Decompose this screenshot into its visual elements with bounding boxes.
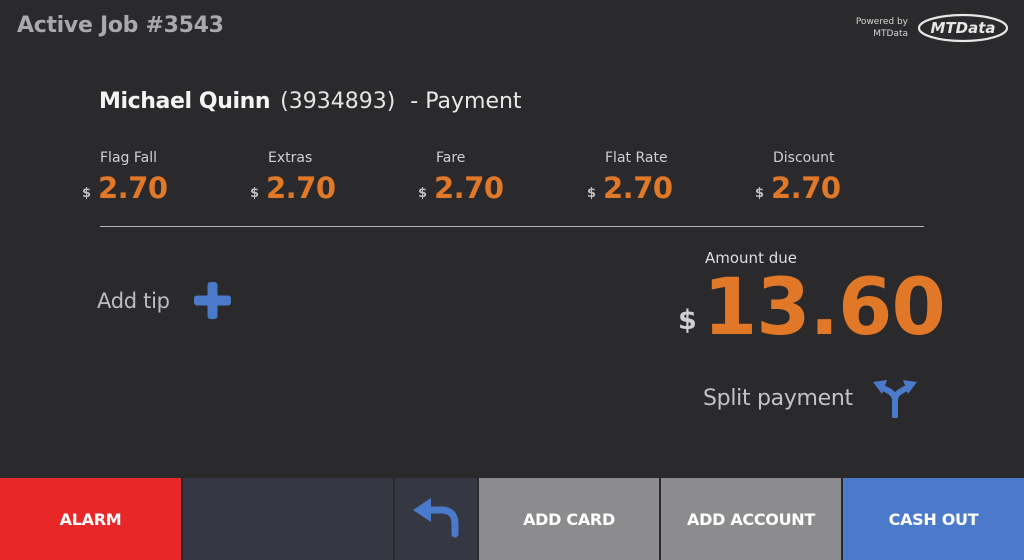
page-title: Active Job #3543 [17,13,224,38]
bottom-action-bar: ALARM ADD CARD ADD ACCOUNT CASH OUT [0,478,1024,560]
fee-value: 2.70 [434,171,504,205]
add-tip-button[interactable]: Add tip [97,280,233,321]
divider [100,226,924,227]
fee-value: 2.70 [98,171,168,205]
fee-flag-fall: Flag Fall $ 2.70 [82,150,232,210]
mtdata-logo: MTData [917,13,1009,43]
add-account-button[interactable]: ADD ACCOUNT [661,478,841,560]
split-arrows-icon[interactable] [871,378,919,418]
add-card-button[interactable]: ADD CARD [479,478,659,560]
fee-extras: Extras $ 2.70 [250,150,400,210]
undo-icon [413,498,459,538]
amount-due-value: 13.60 [703,263,946,353]
plus-icon[interactable] [192,280,233,321]
split-payment-button[interactable]: Split payment [703,378,919,418]
customer-line: Michael Quinn (3934893) - Payment [99,89,522,114]
split-payment-label: Split payment [703,385,853,411]
blank-panel [183,478,393,560]
fee-discount: Discount $ 2.70 [755,150,905,210]
customer-name: Michael Quinn [99,89,271,114]
customer-suffix: - Payment [410,89,522,114]
powered-by-text: Powered by MTData [856,16,908,40]
powered-by-line1: Powered by [855,17,908,27]
fee-currency: $ [755,186,765,201]
fee-currency: $ [418,186,428,201]
fee-label: Flat Rate [605,150,668,166]
alarm-button[interactable]: ALARM [0,478,181,560]
fee-label: Flag Fall [100,150,157,166]
back-button[interactable] [395,478,477,560]
fee-label: Discount [773,150,835,166]
logo-text: MTData [930,19,995,37]
fee-currency: $ [250,186,260,201]
fee-flat-rate: Flat Rate $ 2.70 [587,150,737,210]
customer-id: (3934893) [280,89,396,114]
brand: Powered by MTData MTData [856,12,1010,44]
fee-label: Fare [436,150,466,166]
fee-label: Extras [268,150,313,166]
fee-currency: $ [587,186,597,201]
fee-value: 2.70 [266,171,336,205]
fee-value: 2.70 [771,171,841,205]
add-tip-label: Add tip [97,288,170,313]
amount-due-currency: $ [678,305,697,336]
fee-currency: $ [82,186,92,201]
powered-by-line2: MTData [873,29,908,39]
fee-fare: Fare $ 2.70 [418,150,568,210]
cash-out-button[interactable]: CASH OUT [843,478,1024,560]
fee-value: 2.70 [603,171,673,205]
